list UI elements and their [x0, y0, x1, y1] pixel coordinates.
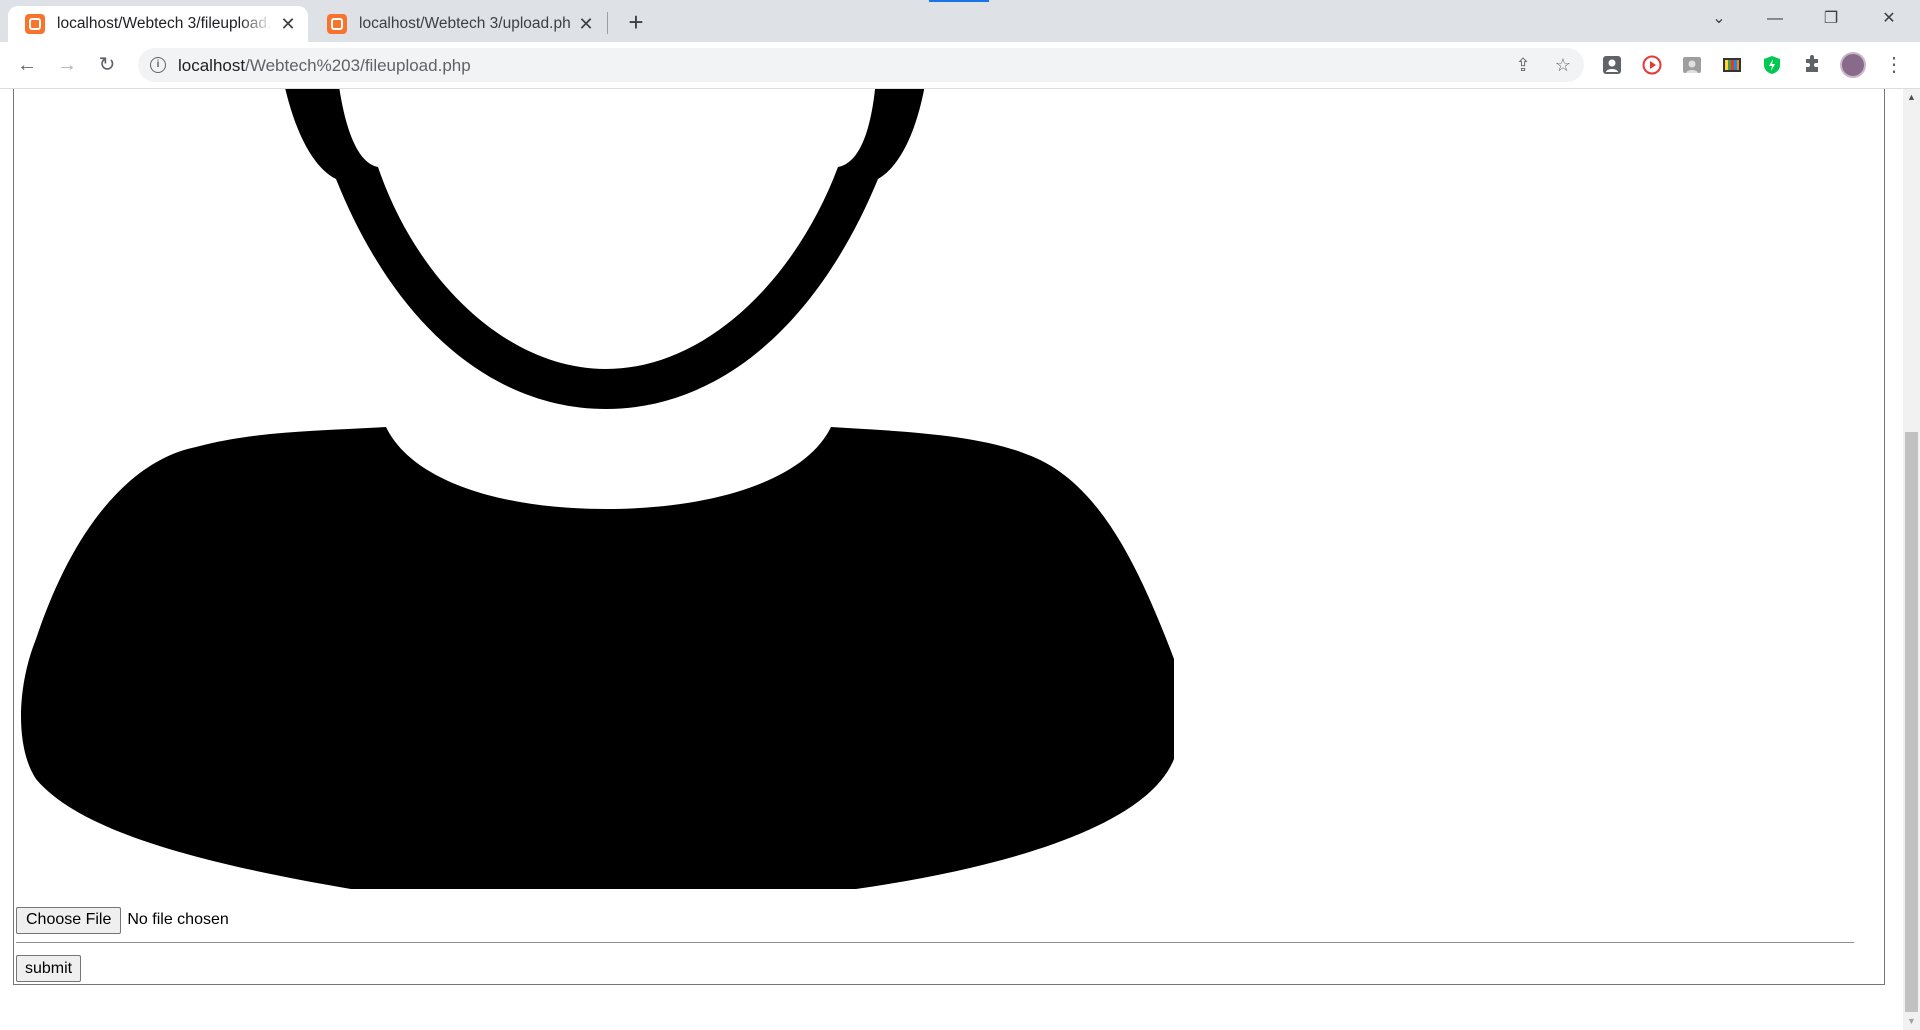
xampp-favicon-icon — [25, 14, 45, 34]
site-info-icon[interactable]: i — [150, 57, 166, 73]
color-bars-extension-icon[interactable] — [1721, 54, 1743, 76]
contacts-extension-icon[interactable] — [1601, 54, 1623, 76]
scroll-up-arrow-icon[interactable]: ▲ — [1903, 89, 1920, 106]
puzzle-extensions-icon[interactable] — [1801, 54, 1823, 76]
url-path: /Webtech%203/fileupload.php — [245, 56, 471, 75]
file-status-text: No file chosen — [127, 911, 229, 928]
bookmark-star-icon[interactable]: ☆ — [1552, 54, 1574, 76]
restore-button[interactable]: ❐ — [1808, 0, 1854, 38]
scroll-down-arrow-icon[interactable]: ▼ — [1903, 1013, 1920, 1030]
browser-toolbar: ← → ↻ i localhost/Webtech%203/fileupload… — [0, 42, 1920, 89]
scroll-thumb[interactable] — [1905, 432, 1918, 1012]
person-card-extension-icon[interactable] — [1681, 54, 1703, 76]
choose-file-button[interactable]: Choose File — [16, 906, 122, 934]
reload-button[interactable]: ↻ — [92, 50, 122, 80]
tab-close-icon[interactable]: ✕ — [576, 14, 596, 34]
share-icon[interactable]: ⇪ — [1512, 54, 1534, 76]
tab-separator — [607, 12, 608, 34]
browser-menu-icon[interactable]: ⋮ — [1884, 52, 1904, 78]
page-viewport: Choose File No file chosen submit — [0, 89, 1903, 1030]
shield-bolt-extension-icon[interactable] — [1761, 54, 1783, 76]
tab-title: localhost/Webtech 3/fileupload.php — [57, 15, 272, 32]
vertical-scrollbar[interactable]: ▲ ▼ — [1903, 89, 1920, 1030]
youtube-play-extension-icon[interactable] — [1641, 54, 1663, 76]
xampp-favicon-icon — [327, 14, 347, 34]
tab-title: localhost/Webtech 3/upload.php — [359, 15, 570, 32]
horizontal-rule — [16, 942, 1854, 943]
address-url[interactable]: localhost/Webtech%203/fileupload.php — [178, 56, 471, 76]
tab-upload[interactable]: localhost/Webtech 3/upload.php ✕ — [310, 6, 606, 42]
address-bar[interactable]: i localhost/Webtech%203/fileupload.php ⇪… — [138, 48, 1584, 82]
back-button[interactable]: ← — [12, 50, 42, 80]
tab-search-icon[interactable]: ⌄ — [1696, 0, 1742, 38]
new-tab-button[interactable]: + — [622, 9, 650, 37]
url-host: localhost — [178, 56, 246, 75]
profile-avatar[interactable] — [1840, 52, 1866, 78]
tab-fileupload[interactable]: localhost/Webtech 3/fileupload.php ✕ — [8, 6, 308, 42]
window-close-button[interactable]: ✕ — [1866, 0, 1912, 38]
tab-close-icon[interactable]: ✕ — [278, 14, 298, 34]
profile-silhouette-image — [16, 89, 1174, 899]
tab-strip-accent — [929, 0, 989, 2]
forward-button[interactable]: → — [52, 50, 82, 80]
file-input-row: Choose File No file chosen — [16, 906, 229, 934]
tab-strip: localhost/Webtech 3/fileupload.php ✕ loc… — [0, 0, 1920, 42]
minimize-button[interactable]: — — [1752, 0, 1798, 38]
submit-button[interactable]: submit — [16, 955, 82, 982]
submit-row: submit — [16, 955, 82, 982]
